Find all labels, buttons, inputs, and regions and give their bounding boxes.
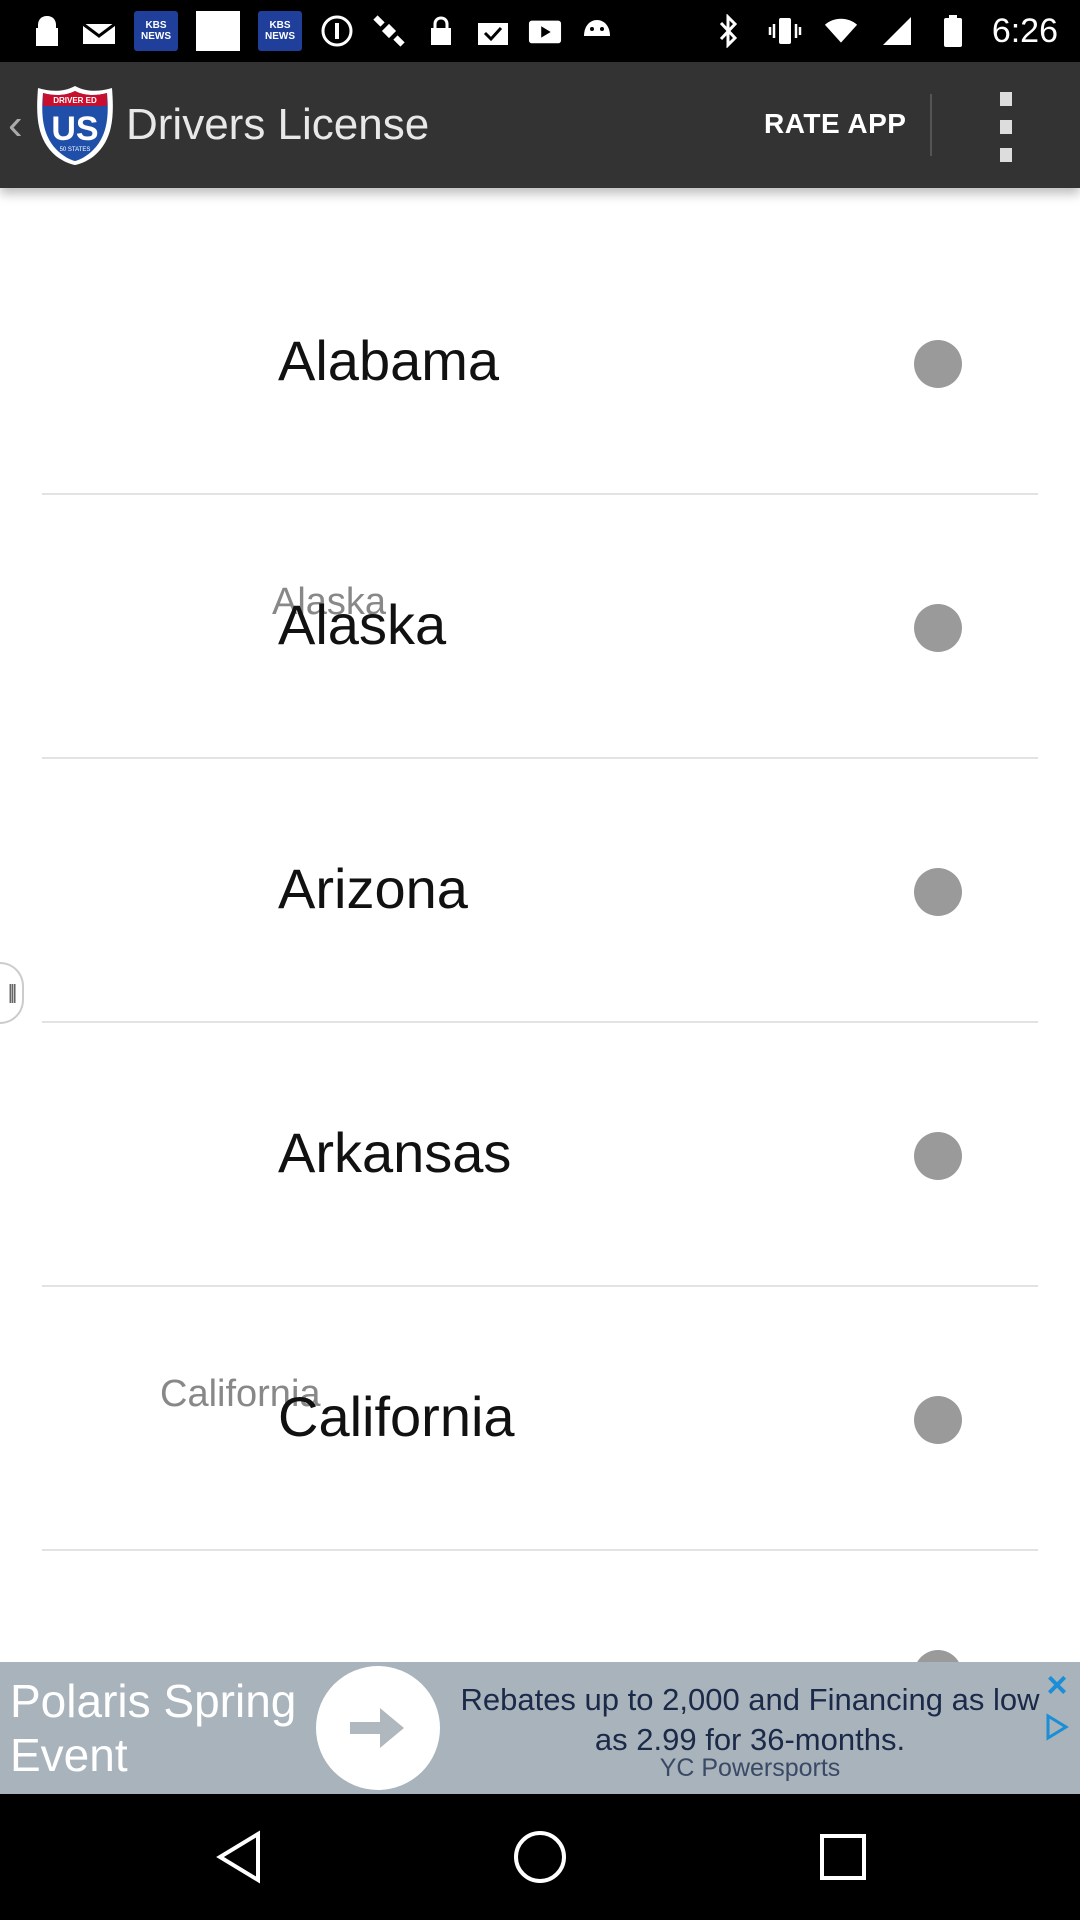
back-icon[interactable]: [206, 1824, 272, 1890]
state-label: California: [278, 1385, 515, 1448]
state-list: Alabama Alaska Alaska Arizona Arkansas C…: [0, 188, 1080, 1662]
mail-icon: [82, 14, 116, 48]
ad-headline: Polaris Spring Event: [10, 1675, 297, 1781]
logo-main-text: US: [51, 110, 98, 148]
radio-button[interactable]: [914, 868, 962, 916]
overflow-menu-icon[interactable]: [994, 92, 1018, 162]
list-item[interactable]: California California: [0, 1288, 1080, 1552]
rate-app-button[interactable]: RATE APP: [764, 108, 906, 140]
list-item[interactable]: Alabama: [0, 232, 1080, 496]
system-icons: 6:26: [712, 10, 1058, 52]
close-icon[interactable]: ×: [1040, 1664, 1074, 1705]
state-label: Alaska: [278, 593, 447, 656]
divider: [42, 757, 1038, 759]
ad-text: Rebates up to 2,000 and Financing as low…: [460, 1682, 1040, 1757]
logo-bottom-text: 50 STATES: [60, 147, 91, 153]
divider: [42, 1021, 1038, 1023]
logo-top-text: DRIVER ED: [53, 96, 97, 105]
status-bar: KBS NEWS KBS NEWS 6:26: [0, 0, 1080, 62]
bluetooth-icon: [712, 14, 746, 48]
state-label: Arkansas: [278, 1121, 512, 1184]
wifi-icon: [824, 14, 858, 48]
app-bar-divider: [930, 94, 932, 156]
kbs-news-icon: KBS NEWS: [134, 11, 178, 51]
divider: [42, 493, 1038, 495]
radio-button[interactable]: [914, 1396, 962, 1444]
ad-banner[interactable]: Polaris Spring Event Rebates up to 2,000…: [0, 1662, 1080, 1794]
arrow-right-icon[interactable]: [316, 1666, 440, 1790]
divider: [42, 1549, 1038, 1551]
satellite-icon: [372, 14, 406, 48]
kbs-news-icon: KBS NEWS: [258, 11, 302, 51]
alert-icon: [320, 14, 354, 48]
radio-button[interactable]: [914, 1650, 962, 1662]
ad-brand: YC Powersports: [659, 1754, 841, 1782]
radio-button[interactable]: [914, 1132, 962, 1180]
ad-choices-icon[interactable]: [1040, 1710, 1074, 1744]
lock-icon: [424, 14, 458, 48]
list-item[interactable]: Arizona: [0, 760, 1080, 1024]
divider: [42, 1285, 1038, 1287]
home-icon[interactable]: [507, 1824, 573, 1890]
clipboard-icon: [476, 14, 510, 48]
app-bar: ‹ DRIVER ED US 50 STATES Drivers License…: [0, 62, 1080, 188]
white-square-icon: [196, 11, 240, 51]
play-icon: [528, 14, 562, 48]
battery-icon: [936, 14, 970, 48]
vibrate-icon: [768, 14, 802, 48]
state-label: Alabama: [278, 329, 500, 392]
radio-button[interactable]: [914, 340, 962, 388]
state-label: Arizona: [278, 857, 468, 920]
android-icon: [580, 14, 614, 48]
notification-icons: KBS NEWS KBS NEWS: [30, 10, 614, 52]
app-logo[interactable]: DRIVER ED US 50 STATES: [34, 84, 116, 166]
status-time: 6:26: [991, 11, 1058, 50]
lock-icon: [30, 14, 64, 48]
recents-icon[interactable]: [810, 1824, 876, 1890]
back-chevron-icon[interactable]: ‹: [8, 100, 23, 150]
list-item[interactable]: Arkansas: [0, 1024, 1080, 1288]
list-item[interactable]: Alaska Alaska: [0, 496, 1080, 760]
radio-button[interactable]: [914, 604, 962, 652]
app-title: Drivers License: [126, 100, 430, 149]
signal-icon: [880, 14, 914, 48]
navigation-bar: [0, 1794, 1080, 1920]
